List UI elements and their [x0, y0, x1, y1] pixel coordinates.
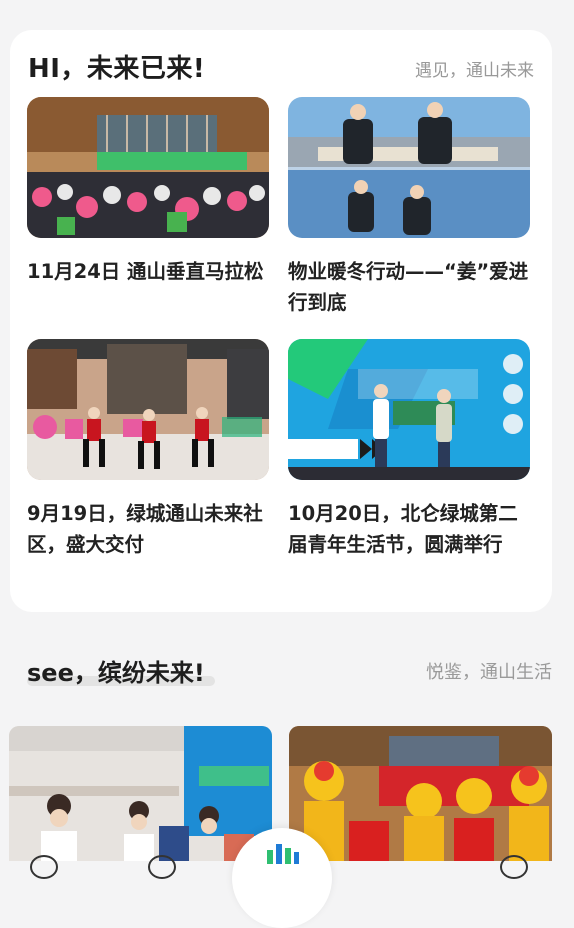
- news-item-delivery[interactable]: 9月19日，绿城通山未来社区，盛大交付: [27, 339, 269, 560]
- news-caption: 11月24日 通山垂直马拉松: [27, 260, 264, 283]
- news-caption: 物业暖冬行动——“姜”爱进行到底: [288, 260, 529, 314]
- tab-discover-icon[interactable]: [148, 855, 176, 879]
- card-title: HI，未来已来!: [28, 54, 206, 84]
- card-header: HI，未来已来! 遇见，通山未来: [28, 48, 534, 88]
- tab-profile-icon[interactable]: [500, 855, 528, 879]
- gallery-item-mall[interactable]: [9, 726, 272, 861]
- youth-festival-photo: [288, 339, 530, 480]
- marathon-photo: [27, 97, 269, 238]
- news-caption: 10月20日，北仑绿城第二届青年生活节，圆满举行: [288, 502, 518, 556]
- gallery-item-lion-dance[interactable]: [289, 726, 552, 861]
- news-item-youth-festival[interactable]: 10月20日，北仑绿城第二届青年生活节，圆满举行: [288, 339, 530, 560]
- news-item-marathon[interactable]: 11月24日 通山垂直马拉松: [27, 97, 269, 287]
- section-subtitle-link[interactable]: 悦鉴，通山生活: [426, 658, 552, 684]
- home-center-button[interactable]: [232, 828, 332, 928]
- delivery-ceremony-photo: [27, 339, 269, 480]
- card-subtitle-link[interactable]: 遇见，通山未来: [415, 56, 534, 81]
- winter-care-photo: [288, 97, 530, 238]
- tab-home-icon[interactable]: [30, 855, 58, 879]
- news-caption: 9月19日，绿城通山未来社区，盛大交付: [27, 502, 263, 556]
- section-title: see，缤纷未来!: [27, 659, 205, 687]
- news-item-winter-care[interactable]: 物业暖冬行动——“姜”爱进行到底: [288, 97, 530, 318]
- news-card: HI，未来已来! 遇见，通山未来 11月24日 通山垂直马拉松 物业暖冬行动——…: [10, 30, 552, 612]
